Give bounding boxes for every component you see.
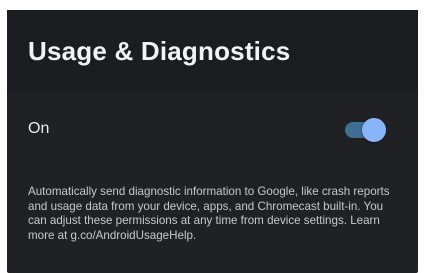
- settings-panel: Usage & Diagnostics On Automatically sen…: [7, 10, 418, 273]
- panel-header: Usage & Diagnostics: [7, 10, 418, 93]
- page-title: Usage & Diagnostics: [28, 36, 291, 66]
- usage-diagnostics-toggle[interactable]: [345, 118, 386, 142]
- description-text: Automatically send diagnostic informatio…: [28, 185, 390, 242]
- toggle-label: On: [28, 120, 50, 137]
- usage-diagnostics-toggle-row[interactable]: On: [7, 93, 418, 165]
- toggle-knob: [362, 118, 386, 142]
